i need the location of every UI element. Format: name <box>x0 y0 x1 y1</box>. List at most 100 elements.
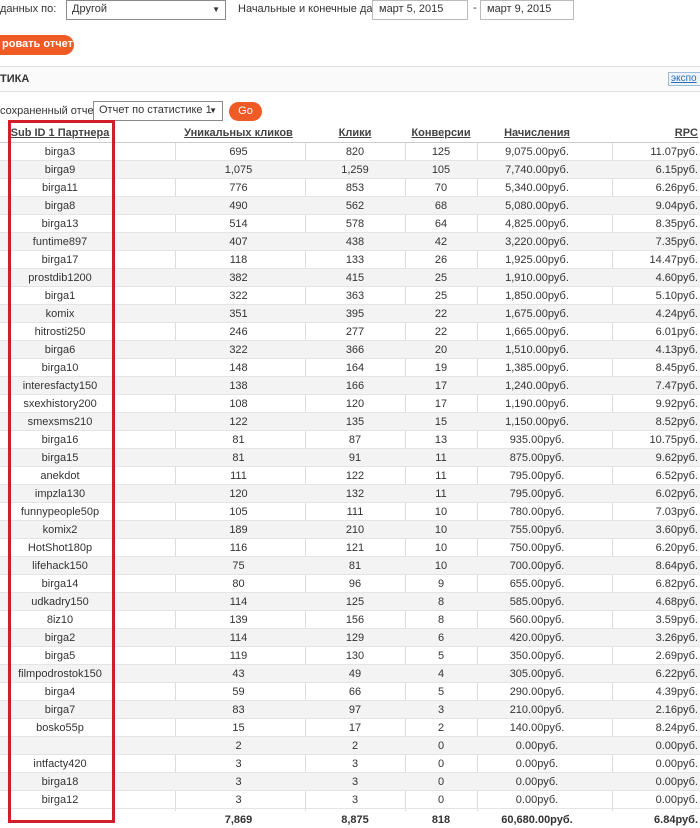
cell-earnings: 9,075.00руб. <box>505 146 569 158</box>
cell-rpc: 3.26руб. <box>655 632 698 644</box>
table-row: anekdot 111 122 11 795.00руб. 6.52руб. <box>0 467 700 485</box>
table-row: interesfacty150 138 166 17 1,240.00руб. 7.47р… <box>0 377 700 395</box>
column-header-rpc[interactable]: RPC <box>612 124 698 142</box>
cell-unique-clicks: 80 <box>232 578 245 590</box>
table-row: udkadry150 114 125 8 585.00руб. 4.68руб. <box>0 593 700 611</box>
cell-conversions: 0 <box>437 740 445 752</box>
cell-rpc: 6.82руб. <box>655 578 698 590</box>
cell-subid: interesfacty150 <box>22 380 98 392</box>
cell-subid: udkadry150 <box>31 596 89 608</box>
cell-unique-clicks: 119 <box>229 650 248 662</box>
date-from-input[interactable]: март 5, 2015 <box>372 0 468 20</box>
cell-earnings: 140.00руб. <box>509 722 565 734</box>
column-header-clicks[interactable]: Клики <box>305 124 405 142</box>
cell-conversions: 17 <box>434 380 448 392</box>
cell-earnings: 4,825.00руб. <box>505 218 569 230</box>
cell-subid: 8iz10 <box>46 614 74 626</box>
generate-report-button[interactable]: ровать отчет <box>0 35 74 55</box>
cell-clicks: 121 <box>345 542 365 554</box>
cell-clicks: 17 <box>348 722 362 734</box>
cell-earnings: 1,385.00руб. <box>505 362 569 374</box>
cell-earnings: 755.00руб. <box>509 524 565 536</box>
cell-unique-clicks: 322 <box>229 290 248 302</box>
cell-rpc: 6.20руб. <box>655 542 698 554</box>
cell-unique-clicks: 43 <box>232 668 245 680</box>
cell-earnings: 560.00руб. <box>509 614 565 626</box>
cell-rpc: 0.00руб. <box>655 758 698 770</box>
table-row: funtime897 407 438 42 3,220.00руб. 7.35руб. <box>0 233 700 251</box>
go-button[interactable]: Go <box>229 102 262 121</box>
table-row: birga12 3 3 0 0.00руб. 0.00руб. <box>0 791 700 809</box>
cell-unique-clicks: 189 <box>229 524 248 536</box>
table-row: smexsms210 122 135 15 1,150.00руб. 8.52руб. <box>0 413 700 431</box>
cell-clicks: 820 <box>345 146 365 158</box>
cell-rpc: 4.60руб. <box>655 272 698 284</box>
table-row: impzla130 120 132 11 795.00руб. 6.02руб. <box>0 485 700 503</box>
cell-unique-clicks: 514 <box>229 218 248 230</box>
cell-rpc: 3.59руб. <box>655 614 698 626</box>
date-to-input[interactable]: март 9, 2015 <box>480 0 574 20</box>
cell-earnings: 1,665.00руб. <box>505 326 569 338</box>
cell-conversions: 11 <box>435 452 447 464</box>
cell-earnings: 305.00руб. <box>509 668 565 680</box>
cell-rpc: 6.22руб. <box>655 668 698 680</box>
cell-unique-clicks: 122 <box>229 416 248 428</box>
cell-subid: birga5 <box>44 650 76 662</box>
table-row: birga9 1,075 1,259 105 7,740.00руб. 6.15руб. <box>0 161 700 179</box>
cell-subid: prostdib1200 <box>28 272 92 284</box>
cell-unique-clicks: 139 <box>229 614 248 626</box>
cell-earnings: 1,675.00руб. <box>505 308 569 320</box>
cell-conversions: 25 <box>434 290 448 302</box>
totals-row: 7,869 8,875 818 60,680.00руб. 6.84руб. <box>0 811 700 828</box>
total-cell-subid <box>8 811 112 828</box>
cell-rpc: 7.03руб. <box>655 506 698 518</box>
column-header-earnings[interactable]: Начисления <box>477 124 597 142</box>
cell-earnings: 585.00руб. <box>509 596 565 608</box>
table-row: filmpodrostok150 43 49 4 305.00руб. 6.22руб. <box>0 665 700 683</box>
cell-unique-clicks: 695 <box>229 146 248 158</box>
cell-clicks: 135 <box>345 416 365 428</box>
cell-conversions: 0 <box>437 776 445 788</box>
table-row: birga18 3 3 0 0.00руб. 0.00руб. <box>0 773 700 791</box>
cell-earnings: 1,925.00руб. <box>505 254 569 266</box>
cell-clicks: 166 <box>345 380 365 392</box>
cell-unique-clicks: 116 <box>229 542 248 554</box>
cell-unique-clicks: 138 <box>229 380 248 392</box>
cell-rpc: 8.35руб. <box>655 218 698 230</box>
cell-rpc: 0.00руб. <box>655 740 698 752</box>
column-header-subid[interactable]: Sub ID 1 Партнера <box>8 124 112 142</box>
cell-conversions: 125 <box>431 146 451 158</box>
cell-earnings: 795.00руб. <box>509 488 565 500</box>
source-select[interactable]: Другой ▼ <box>66 0 226 20</box>
cell-conversions: 22 <box>434 308 448 320</box>
cell-unique-clicks: 114 <box>229 632 248 644</box>
column-header-conversions[interactable]: Конверсии <box>405 124 477 142</box>
cell-unique-clicks: 83 <box>232 704 245 716</box>
cell-subid: birga10 <box>41 362 79 374</box>
cell-clicks: 853 <box>345 182 365 194</box>
export-link[interactable]: экспо <box>668 72 700 86</box>
cell-unique-clicks: 75 <box>232 560 245 572</box>
cell-rpc: 6.26руб. <box>655 182 698 194</box>
cell-rpc: 10.75руб. <box>649 434 698 446</box>
cell-clicks: 129 <box>345 632 365 644</box>
cell-subid <box>8 737 112 755</box>
cell-subid: anekdot <box>40 470 80 482</box>
cell-earnings: 210.00руб. <box>509 704 565 716</box>
cell-clicks: 125 <box>345 596 365 608</box>
cell-unique-clicks: 111 <box>230 470 247 482</box>
cell-clicks: 81 <box>348 560 362 572</box>
cell-clicks: 96 <box>348 578 362 590</box>
cell-unique-clicks: 59 <box>232 686 245 698</box>
cell-subid: birga1 <box>44 290 76 302</box>
column-header-unique-clicks[interactable]: Уникальных кликов <box>175 124 302 142</box>
table-row: birga14 80 96 9 655.00руб. 6.82руб. <box>0 575 700 593</box>
cell-conversions: 0 <box>437 758 445 770</box>
saved-report-select[interactable]: Отчет по статистике 1 ▼ <box>93 101 223 121</box>
cell-rpc: 9.62руб. <box>655 452 698 464</box>
cell-clicks: 3 <box>351 776 359 788</box>
cell-earnings: 1,910.00руб. <box>505 272 569 284</box>
cell-conversions: 17 <box>434 398 448 410</box>
cell-conversions: 42 <box>434 236 448 248</box>
cell-rpc: 2.69руб. <box>655 650 698 662</box>
